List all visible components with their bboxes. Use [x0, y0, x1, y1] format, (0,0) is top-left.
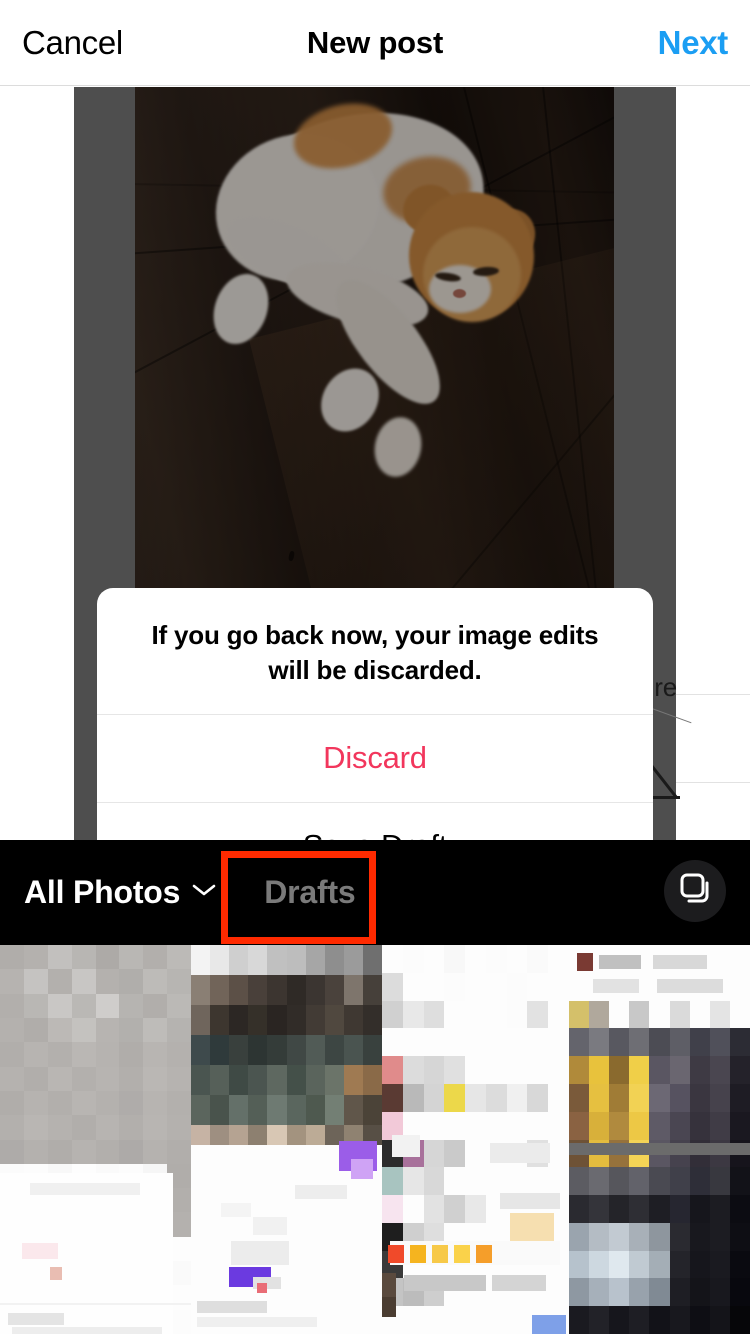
thumbnail-1[interactable]	[0, 945, 191, 1334]
album-selector[interactable]: All Photos	[24, 874, 216, 911]
phone-screen: Cancel New post Next ure If you go back …	[0, 0, 750, 1334]
chevron-down-icon	[192, 883, 216, 902]
cancel-button[interactable]: Cancel	[22, 24, 123, 62]
drafts-tab[interactable]: Drafts	[264, 874, 355, 911]
discard-button[interactable]: Discard	[97, 715, 653, 802]
album-selector-label: All Photos	[24, 874, 181, 910]
multi-select-button[interactable]	[664, 860, 726, 922]
background-divider-bottom	[676, 782, 750, 783]
thumbnail-3[interactable]	[382, 945, 569, 1334]
save-draft-button[interactable]: Save Draft	[97, 803, 653, 840]
background-base-mark	[650, 796, 680, 799]
discard-confirmation-dialog: If you go back now, your image edits wil…	[97, 588, 653, 840]
dialog-message: If you go back now, your image edits wil…	[151, 620, 599, 685]
multi-select-icon	[677, 871, 713, 912]
gallery-toolbar: All Photos Drafts	[0, 840, 750, 945]
thumbnail-2[interactable]	[191, 945, 382, 1334]
photo-grid[interactable]	[0, 945, 750, 1334]
navigation-bar: Cancel New post Next	[0, 0, 750, 86]
next-button[interactable]: Next	[658, 24, 729, 62]
thumbnail-4[interactable]	[569, 945, 750, 1334]
background-divider-top	[676, 694, 750, 695]
